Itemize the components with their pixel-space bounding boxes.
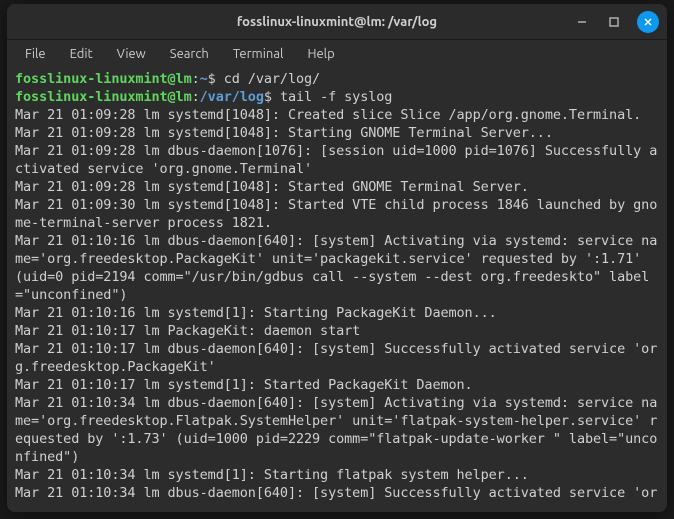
prompt-symbol: $ (264, 89, 272, 105)
menu-edit[interactable]: Edit (60, 43, 103, 65)
prompt-line: fosslinux-linuxmint@lm:~$ cd /var/log/ (15, 70, 659, 88)
window-title: fosslinux-linuxmint@lm: /var/log (237, 15, 437, 29)
titlebar: fosslinux-linuxmint@lm: /var/log (7, 4, 667, 40)
menu-terminal[interactable]: Terminal (223, 43, 294, 65)
log-line: Mar 21 01:10:34 lm dbus-daemon[640]: [sy… (15, 394, 659, 466)
close-button[interactable] (637, 11, 659, 33)
prompt-user: fosslinux-linuxmint@lm (15, 89, 192, 105)
log-line: Mar 21 01:09:28 lm systemd[1048]: Starti… (15, 124, 659, 142)
prompt-line: fosslinux-linuxmint@lm:/var/log$ tail -f… (15, 88, 659, 106)
menubar: File Edit View Search Terminal Help (7, 40, 667, 68)
log-line: Mar 21 01:10:34 lm systemd[1]: Starting … (15, 466, 659, 484)
close-icon (643, 17, 653, 27)
prompt-path: ~ (200, 71, 208, 87)
minimize-button[interactable] (573, 13, 591, 31)
window-controls (573, 11, 659, 33)
minimize-icon (577, 17, 587, 27)
log-line: Mar 21 01:10:17 lm PackageKit: daemon st… (15, 322, 659, 340)
maximize-button[interactable] (605, 13, 623, 31)
menu-help[interactable]: Help (297, 43, 344, 65)
terminal-window: fosslinux-linuxmint@lm: /var/log File Ed… (7, 4, 667, 512)
log-line: Mar 21 01:10:16 lm systemd[1]: Starting … (15, 304, 659, 322)
log-line: Mar 21 01:09:28 lm dbus-daemon[1076]: [s… (15, 142, 659, 178)
prompt-symbol: $ (208, 71, 216, 87)
prompt-sep: : (192, 71, 200, 87)
menu-file[interactable]: File (15, 43, 56, 65)
log-line: Mar 21 01:09:28 lm systemd[1048]: Create… (15, 106, 659, 124)
prompt-user: fosslinux-linuxmint@lm (15, 71, 192, 87)
maximize-icon (609, 17, 619, 27)
menu-search[interactable]: Search (160, 43, 219, 65)
menu-view[interactable]: View (107, 43, 156, 65)
log-line: Mar 21 01:09:30 lm systemd[1048]: Starte… (15, 196, 659, 232)
log-line: Mar 21 01:10:17 lm dbus-daemon[640]: [sy… (15, 340, 659, 376)
prompt-path: /var/log (200, 89, 264, 105)
log-line: Mar 21 01:10:34 lm dbus-daemon[640]: [sy… (15, 484, 659, 502)
prompt-sep: : (192, 89, 200, 105)
log-line: Mar 21 01:09:28 lm systemd[1048]: Starte… (15, 178, 659, 196)
log-line: Mar 21 01:10:16 lm dbus-daemon[640]: [sy… (15, 232, 659, 304)
log-line: Mar 21 01:10:17 lm systemd[1]: Started P… (15, 376, 659, 394)
terminal-content[interactable]: fosslinux-linuxmint@lm:~$ cd /var/log/ f… (7, 68, 667, 512)
command-text: tail -f syslog (280, 89, 392, 105)
command-text: cd /var/log/ (224, 71, 320, 87)
